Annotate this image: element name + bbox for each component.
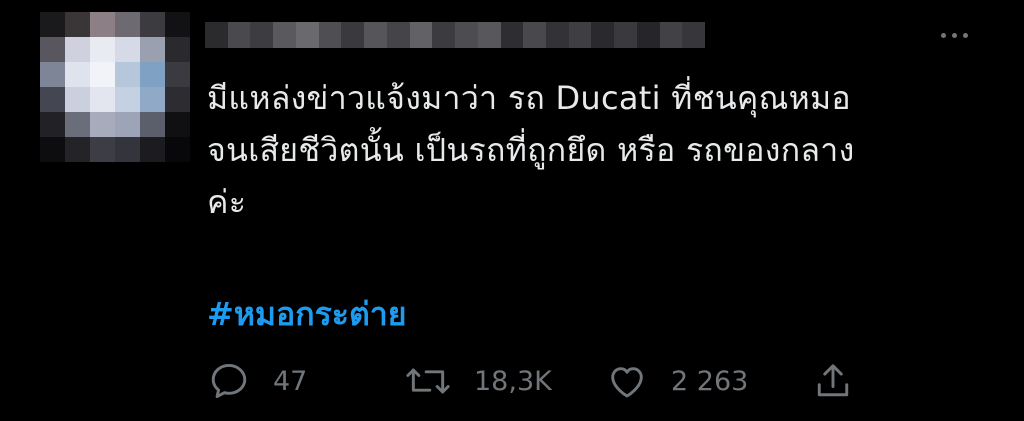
avatar-pixel — [90, 62, 115, 87]
avatar-pixel — [115, 62, 140, 87]
username-pixel — [568, 22, 592, 48]
avatar-pixel — [40, 37, 65, 62]
more-options-dot — [962, 32, 968, 38]
avatar-pixel — [65, 62, 90, 87]
avatar-pixel — [165, 112, 190, 137]
avatar-pixel — [115, 112, 140, 137]
username-pixel — [318, 22, 342, 48]
avatar-pixel — [115, 37, 140, 62]
username-pixel — [591, 22, 615, 48]
avatar-pixel — [140, 12, 165, 37]
username-blurred[interactable] — [205, 22, 706, 48]
retweet-icon — [406, 368, 450, 394]
avatar-pixel — [165, 87, 190, 112]
avatar-pixel — [140, 62, 165, 87]
retweet-button[interactable]: 18,3K — [404, 356, 552, 406]
avatar-pixel — [140, 87, 165, 112]
avatar-pixel — [40, 62, 65, 87]
reply-button[interactable]: 47 — [207, 356, 307, 406]
username-pixel — [455, 22, 478, 48]
username-pixel — [659, 22, 683, 48]
avatar-pixel — [90, 137, 115, 162]
username-pixel — [205, 22, 228, 48]
avatar-pixel — [165, 12, 190, 37]
avatar-pixel — [115, 12, 140, 37]
tweet-actions: 47 18,3K 2 263 — [207, 356, 887, 406]
avatar-pixel — [165, 37, 190, 62]
avatar-pixel — [40, 112, 65, 137]
avatar-pixel — [140, 112, 165, 137]
avatar-pixel — [90, 37, 115, 62]
reply-icon — [211, 363, 247, 399]
username-pixel — [409, 22, 433, 48]
retweet-count: 18,3K — [474, 365, 552, 397]
avatar-pixel — [90, 112, 115, 137]
avatar-pixel — [140, 137, 165, 162]
username-pixel — [364, 22, 387, 48]
avatar-pixel — [115, 87, 140, 112]
username-pixel — [614, 22, 637, 48]
tweet-text: มีแหล่งข่าวแจ้งมาว่า รถ Ducati ที่ชนคุณห… — [207, 79, 855, 221]
like-count: 2 263 — [671, 365, 749, 397]
username-pixel — [477, 22, 501, 48]
avatar-pixel — [65, 87, 90, 112]
share-icon — [817, 364, 849, 397]
share-button[interactable] — [811, 356, 855, 406]
like-button[interactable]: 2 263 — [605, 356, 748, 406]
reply-count: 47 — [273, 365, 308, 397]
username-pixel — [295, 22, 319, 48]
avatar-pixel — [65, 12, 90, 37]
avatar-pixel — [165, 62, 190, 87]
username-pixel — [682, 22, 706, 48]
username-pixel — [250, 22, 274, 48]
avatar-pixel — [65, 137, 90, 162]
username-pixel — [523, 22, 547, 48]
heart-icon — [611, 367, 643, 398]
avatar-pixel — [115, 137, 140, 162]
username-pixel — [341, 22, 365, 48]
avatar-pixel — [40, 12, 65, 37]
username-pixel — [386, 22, 410, 48]
avatar-pixel — [90, 87, 115, 112]
username-pixel — [227, 22, 251, 48]
avatar[interactable] — [40, 12, 190, 162]
more-options-button[interactable] — [932, 22, 976, 48]
username-pixel — [500, 22, 524, 48]
hashtag-link[interactable]: #หมอกระต่าย — [207, 288, 406, 340]
tweet-card: มีแหล่งข่าวแจ้งมาว่า รถ Ducati ที่ชนคุณห… — [0, 0, 1024, 421]
avatar-pixel — [65, 112, 90, 137]
avatar-pixel — [40, 87, 65, 112]
more-options-dot — [951, 32, 957, 38]
more-options-icon — [940, 32, 946, 38]
avatar-pixel — [65, 37, 90, 62]
username-pixel — [432, 22, 456, 48]
avatar-pixel — [140, 37, 165, 62]
avatar-pixel — [90, 12, 115, 37]
username-pixel — [636, 22, 660, 48]
avatar-pixel — [40, 137, 65, 162]
username-pixel — [546, 22, 569, 48]
username-pixel — [273, 22, 296, 48]
avatar-pixel — [165, 137, 190, 162]
